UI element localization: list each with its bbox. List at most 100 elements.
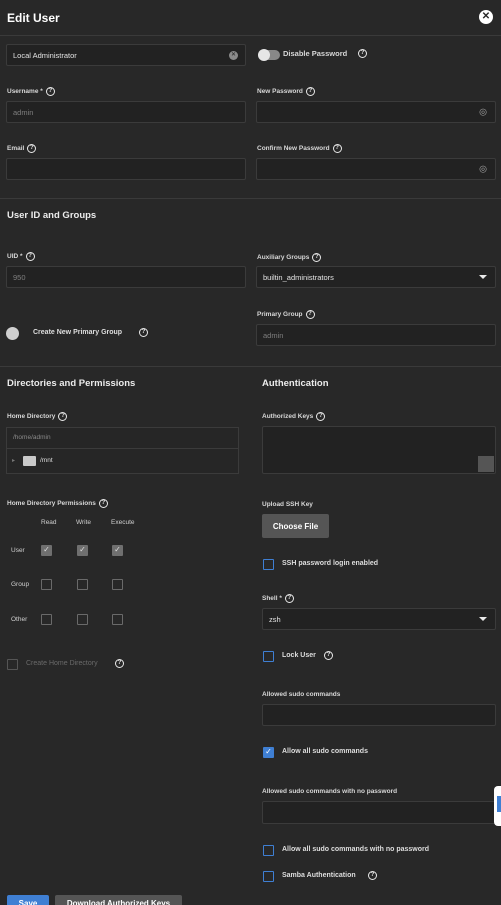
create-home-dir-checkbox[interactable] bbox=[7, 659, 18, 670]
toggle-knob bbox=[258, 49, 270, 61]
full-name-value: Local Administrator bbox=[13, 50, 77, 60]
resize-handle[interactable] bbox=[478, 456, 494, 472]
help-icon[interactable]: ? bbox=[25, 252, 35, 261]
help-icon[interactable]: ? bbox=[284, 594, 294, 603]
email-label: Email? bbox=[7, 144, 37, 153]
perm-other-execute-checkbox[interactable] bbox=[112, 614, 123, 625]
section-title-ids: User ID and Groups bbox=[7, 210, 97, 221]
aux-groups-label: Auxiliary Groups? bbox=[257, 253, 322, 262]
help-icon[interactable]: ? bbox=[358, 49, 367, 58]
samba-auth-checkbox[interactable] bbox=[263, 871, 274, 882]
help-icon[interactable]: ? bbox=[305, 87, 315, 96]
help-icon[interactable]: ? bbox=[98, 499, 108, 508]
help-icon[interactable]: ? bbox=[368, 871, 377, 880]
perm-group-write-checkbox[interactable] bbox=[77, 579, 88, 590]
help-icon[interactable]: ? bbox=[58, 412, 68, 421]
username-input[interactable]: admin bbox=[6, 101, 246, 123]
disable-password-label: Disable Password bbox=[283, 49, 348, 58]
aux-groups-select[interactable]: builtin_administrators bbox=[256, 266, 496, 288]
perm-group-execute-checkbox[interactable] bbox=[112, 579, 123, 590]
email-input[interactable] bbox=[6, 158, 246, 180]
dialog-header bbox=[0, 0, 501, 36]
help-icon[interactable]: ? bbox=[312, 253, 322, 262]
perm-row-other: Other bbox=[11, 616, 28, 623]
allow-all-sudo-checkbox[interactable]: ✓ bbox=[263, 747, 274, 758]
chevron-down-icon bbox=[479, 617, 487, 621]
username-label: Username *? bbox=[7, 87, 55, 96]
help-icon[interactable]: ? bbox=[316, 412, 326, 421]
confirm-password-input[interactable]: ◎ bbox=[256, 158, 496, 180]
full-name-input[interactable]: Local Administrator ✕ bbox=[6, 44, 246, 66]
help-icon[interactable]: ? bbox=[115, 659, 124, 668]
divider bbox=[7, 448, 238, 449]
divider bbox=[0, 198, 501, 199]
disable-password-toggle[interactable] bbox=[258, 49, 280, 61]
create-home-dir-label: Create Home Directory bbox=[26, 660, 98, 667]
home-dir-explorer: /home/admin ▸ /mnt bbox=[6, 427, 239, 474]
shell-select[interactable]: zsh bbox=[262, 608, 496, 630]
authorized-keys-label: Authorized Keys? bbox=[262, 412, 326, 421]
perm-row-group: Group bbox=[11, 581, 30, 588]
perm-user-write-checkbox[interactable]: ✓ bbox=[77, 545, 88, 556]
section-title-dirs: Directories and Permissions bbox=[7, 378, 136, 389]
perm-other-read-checkbox[interactable] bbox=[41, 614, 52, 625]
new-password-input[interactable]: ◎ bbox=[256, 101, 496, 123]
shell-label: Shell *? bbox=[262, 594, 294, 603]
perm-user-read-checkbox[interactable]: ✓ bbox=[41, 545, 52, 556]
folder-icon bbox=[23, 456, 36, 466]
uid-input[interactable]: 950 bbox=[6, 266, 246, 288]
sudo-commands-label: Allowed sudo commands bbox=[262, 691, 341, 698]
create-primary-group-toggle[interactable] bbox=[6, 327, 19, 340]
chevron-down-icon bbox=[479, 275, 487, 279]
help-icon[interactable]: ? bbox=[324, 651, 333, 660]
perm-group-read-checkbox[interactable] bbox=[41, 579, 52, 590]
choose-file-button[interactable]: Choose File bbox=[262, 514, 329, 538]
allow-all-sudo-label: Allow all sudo commands bbox=[282, 748, 368, 755]
help-icon[interactable]: ? bbox=[139, 328, 148, 337]
lock-user-label: Lock User bbox=[282, 652, 316, 659]
divider bbox=[0, 366, 501, 367]
sudo-commands-input[interactable] bbox=[262, 704, 496, 726]
perm-col-write: Write bbox=[76, 519, 92, 526]
ssh-password-login-checkbox[interactable] bbox=[263, 559, 274, 570]
perm-col-execute: Execute bbox=[111, 519, 135, 526]
save-button[interactable]: Save bbox=[7, 895, 49, 905]
help-icon[interactable]: ? bbox=[332, 144, 342, 153]
section-title-auth: Authentication bbox=[262, 378, 329, 389]
allow-all-sudo-nopasswd-checkbox[interactable] bbox=[263, 845, 274, 856]
sudo-nopasswd-label: Allowed sudo commands with no password bbox=[262, 788, 398, 795]
help-icon[interactable]: ? bbox=[305, 310, 315, 319]
download-keys-button[interactable]: Download Authorized Keys bbox=[55, 895, 182, 905]
sudo-nopasswd-input[interactable] bbox=[262, 801, 496, 824]
side-panel-tab-icon bbox=[497, 796, 501, 812]
home-dir-label: Home Directory? bbox=[7, 412, 68, 421]
side-panel-tab[interactable] bbox=[494, 786, 501, 826]
eye-off-icon[interactable]: ◎ bbox=[479, 164, 487, 175]
upload-ssh-label: Upload SSH Key bbox=[262, 501, 313, 508]
help-icon[interactable]: ? bbox=[45, 87, 55, 96]
clear-icon[interactable]: ✕ bbox=[229, 51, 238, 60]
expand-arrow-icon[interactable]: ▸ bbox=[12, 457, 15, 464]
perm-row-user: User bbox=[11, 547, 25, 554]
samba-auth-label: Samba Authentication bbox=[282, 872, 356, 879]
perm-col-read: Read bbox=[41, 519, 57, 526]
primary-group-input[interactable]: admin bbox=[256, 324, 496, 346]
uid-label: UID *? bbox=[7, 252, 35, 261]
perm-user-execute-checkbox[interactable]: ✓ bbox=[112, 545, 123, 556]
tree-item-mnt[interactable]: /mnt bbox=[40, 457, 53, 464]
authorized-keys-textarea[interactable] bbox=[262, 426, 496, 474]
create-primary-group-label: Create New Primary Group bbox=[33, 329, 123, 336]
eye-off-icon[interactable]: ◎ bbox=[479, 107, 487, 118]
home-perms-label: Home Directory Permissions? bbox=[7, 499, 108, 508]
perm-other-write-checkbox[interactable] bbox=[77, 614, 88, 625]
help-icon[interactable]: ? bbox=[27, 144, 37, 153]
allow-all-sudo-nopasswd-label: Allow all sudo commands with no password bbox=[282, 846, 430, 853]
ssh-password-login-label: SSH password login enabled bbox=[282, 560, 379, 567]
home-dir-path[interactable]: /home/admin bbox=[13, 434, 51, 441]
dialog-title: Edit User bbox=[7, 11, 60, 25]
lock-user-checkbox[interactable] bbox=[263, 651, 274, 662]
close-icon[interactable]: ✕ bbox=[479, 10, 493, 24]
primary-group-label: Primary Group? bbox=[257, 310, 315, 319]
new-password-label: New Password? bbox=[257, 87, 315, 96]
confirm-password-label: Confirm New Password? bbox=[257, 144, 342, 153]
